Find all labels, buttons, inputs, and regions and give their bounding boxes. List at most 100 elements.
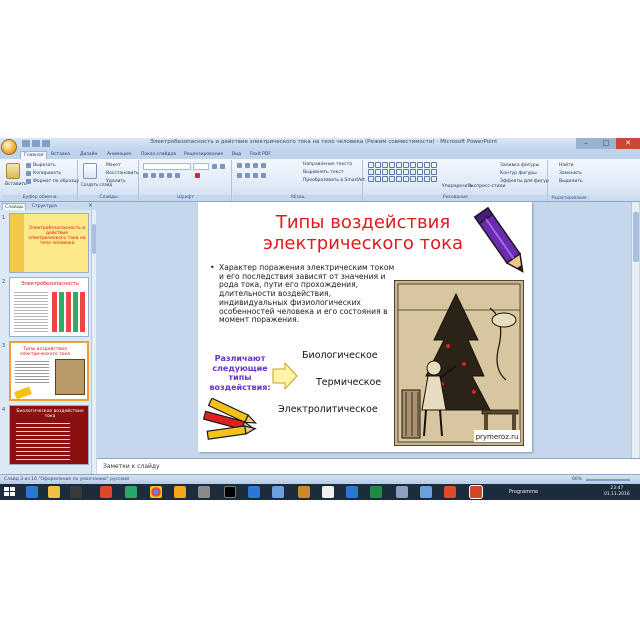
close-button[interactable]: ✕ — [616, 138, 640, 149]
cut-button[interactable]: Вырезать — [33, 163, 56, 168]
replace-button[interactable]: Заменить — [559, 171, 582, 176]
italic-icon[interactable] — [151, 173, 156, 178]
app-icon[interactable] — [420, 486, 432, 498]
zoom-slider[interactable] — [586, 479, 630, 481]
app-icon[interactable] — [248, 486, 260, 498]
align-right-icon[interactable] — [253, 173, 258, 178]
tab-view[interactable]: Вид — [232, 151, 241, 159]
app-icon[interactable] — [100, 486, 112, 498]
shape-fill-button[interactable]: Заливка фигуры — [500, 163, 539, 168]
bold-icon[interactable] — [143, 173, 148, 178]
new-slide-icon[interactable] — [83, 163, 97, 179]
office-button[interactable] — [1, 139, 17, 155]
quick-styles-button[interactable]: Экспресс-стили — [468, 184, 505, 189]
cmd-icon[interactable] — [224, 486, 236, 498]
tab-slides[interactable]: Слайды — [2, 203, 27, 210]
slide-thumbnail-1[interactable]: 1 Электробезопасность и действие электри… — [0, 213, 92, 277]
shape-effects-button[interactable]: Эффекты для фигур — [500, 179, 549, 184]
app-icon[interactable] — [272, 486, 284, 498]
decrease-indent-icon[interactable] — [253, 163, 258, 168]
app-icon[interactable] — [322, 486, 334, 498]
reset-button[interactable]: Восстановить — [106, 171, 139, 176]
app-icon[interactable] — [396, 486, 408, 498]
tab-outline[interactable]: Структура — [30, 203, 59, 210]
format-painter-button[interactable]: Формат по образцу — [33, 179, 79, 184]
minimize-button[interactable]: – — [576, 138, 596, 149]
tab-slideshow[interactable]: Показ слайдов — [141, 151, 176, 159]
bullets-icon[interactable] — [237, 163, 242, 168]
numbering-icon[interactable] — [245, 163, 250, 168]
strikethrough-icon[interactable] — [167, 173, 172, 178]
excel-icon[interactable] — [370, 486, 382, 498]
slide-thumbnail-2[interactable]: 2 Электробезопасность — [0, 277, 92, 341]
app-icon[interactable] — [444, 486, 456, 498]
tab-review[interactable]: Рецензирование — [184, 151, 223, 159]
slide-canvas[interactable]: Типы воздействия электрического тока Хар… — [198, 202, 532, 452]
media-icon[interactable] — [70, 486, 82, 498]
justify-icon[interactable] — [261, 173, 266, 178]
save-icon[interactable] — [22, 140, 30, 147]
underline-icon[interactable] — [159, 173, 164, 178]
system-clock[interactable]: 23:47 01.11.2016 — [604, 486, 630, 498]
slide-thumbnail-3[interactable]: 3 Типы воздействия электрического тока — [0, 341, 92, 405]
notes-pane[interactable]: Заметки к слайду — [97, 458, 640, 474]
smartart-button[interactable]: Преобразовать в SmartArt — [303, 178, 365, 183]
shape-outline-button[interactable]: Контур фигуры — [500, 171, 537, 176]
tab-home[interactable]: Главная — [20, 151, 48, 159]
text-direction-button[interactable]: Направление текста — [303, 162, 352, 167]
explorer-icon[interactable] — [48, 486, 60, 498]
font-size-field[interactable] — [193, 163, 209, 170]
slide-title[interactable]: Типы воздействия электрического тока — [248, 212, 478, 254]
redo-icon[interactable] — [42, 140, 50, 147]
word-icon[interactable] — [346, 486, 358, 498]
shrink-font-icon[interactable] — [220, 164, 225, 169]
increase-indent-icon[interactable] — [261, 163, 266, 168]
arrow-right-icon[interactable] — [272, 362, 298, 390]
tab-foxit-pdf[interactable]: Foxit PDF — [250, 151, 271, 159]
copy-button[interactable]: Копировать — [33, 171, 61, 176]
tab-design[interactable]: Дизайн — [80, 151, 97, 159]
font-color-icon[interactable] — [195, 173, 200, 178]
app-icon[interactable] — [198, 486, 210, 498]
maximize-button[interactable]: □ — [596, 138, 616, 149]
paste-icon[interactable] — [6, 163, 20, 179]
powerpoint-icon[interactable] — [469, 485, 483, 499]
tab-animation[interactable]: Анимация — [107, 151, 131, 159]
thumbnail-title: Биологическое воздействие тока — [16, 409, 84, 419]
app-icon[interactable] — [298, 486, 310, 498]
close-icon[interactable]: × — [88, 202, 93, 209]
grow-font-icon[interactable] — [212, 164, 217, 169]
ie-icon[interactable] — [26, 486, 38, 498]
kind-thermal[interactable]: Термическое — [316, 377, 381, 388]
select-button[interactable]: Выделить — [559, 179, 583, 184]
windows-start-icon[interactable] — [4, 487, 15, 497]
slide-body-bullet[interactable]: Характер поражения электрическим током и… — [210, 263, 395, 325]
align-left-icon[interactable] — [237, 173, 242, 178]
slide-thumbnail-4[interactable]: 4 Биологическое воздействие тока — [0, 405, 92, 469]
layout-button[interactable]: Макет — [106, 163, 121, 168]
tab-insert[interactable]: Вставка — [51, 151, 70, 159]
font-name-field[interactable] — [143, 163, 191, 170]
app-icon[interactable] — [174, 486, 186, 498]
store-icon[interactable] — [125, 486, 137, 498]
zoom-level[interactable]: 66% — [572, 477, 582, 482]
notes-placeholder[interactable]: Заметки к слайду — [103, 463, 160, 470]
scrollbar-thumb[interactable] — [92, 224, 96, 254]
kind-biological[interactable]: Биологическое — [302, 350, 378, 361]
align-center-icon[interactable] — [245, 173, 250, 178]
align-text-button[interactable]: Выровнять текст — [303, 170, 343, 175]
paste-button[interactable]: Вставить — [5, 182, 27, 187]
shapes-gallery[interactable] — [368, 162, 437, 182]
slides-pane-scrollbar[interactable] — [91, 210, 96, 474]
editor-vertical-scrollbar[interactable] — [631, 202, 639, 458]
tray-label[interactable]: Programme — [509, 489, 538, 495]
scrollbar-thumb[interactable] — [633, 212, 639, 262]
delete-slide-button[interactable]: Удалить — [106, 179, 126, 184]
kinds-label[interactable]: Различают следующие типы воздействия: — [206, 354, 274, 392]
kind-electrolytic[interactable]: Электролитическое — [278, 404, 378, 415]
find-button[interactable]: Найти — [559, 163, 574, 168]
shadow-icon[interactable] — [175, 173, 180, 178]
pencils-icon — [202, 398, 258, 440]
chrome-icon[interactable] — [150, 486, 162, 498]
undo-icon[interactable] — [32, 140, 40, 147]
